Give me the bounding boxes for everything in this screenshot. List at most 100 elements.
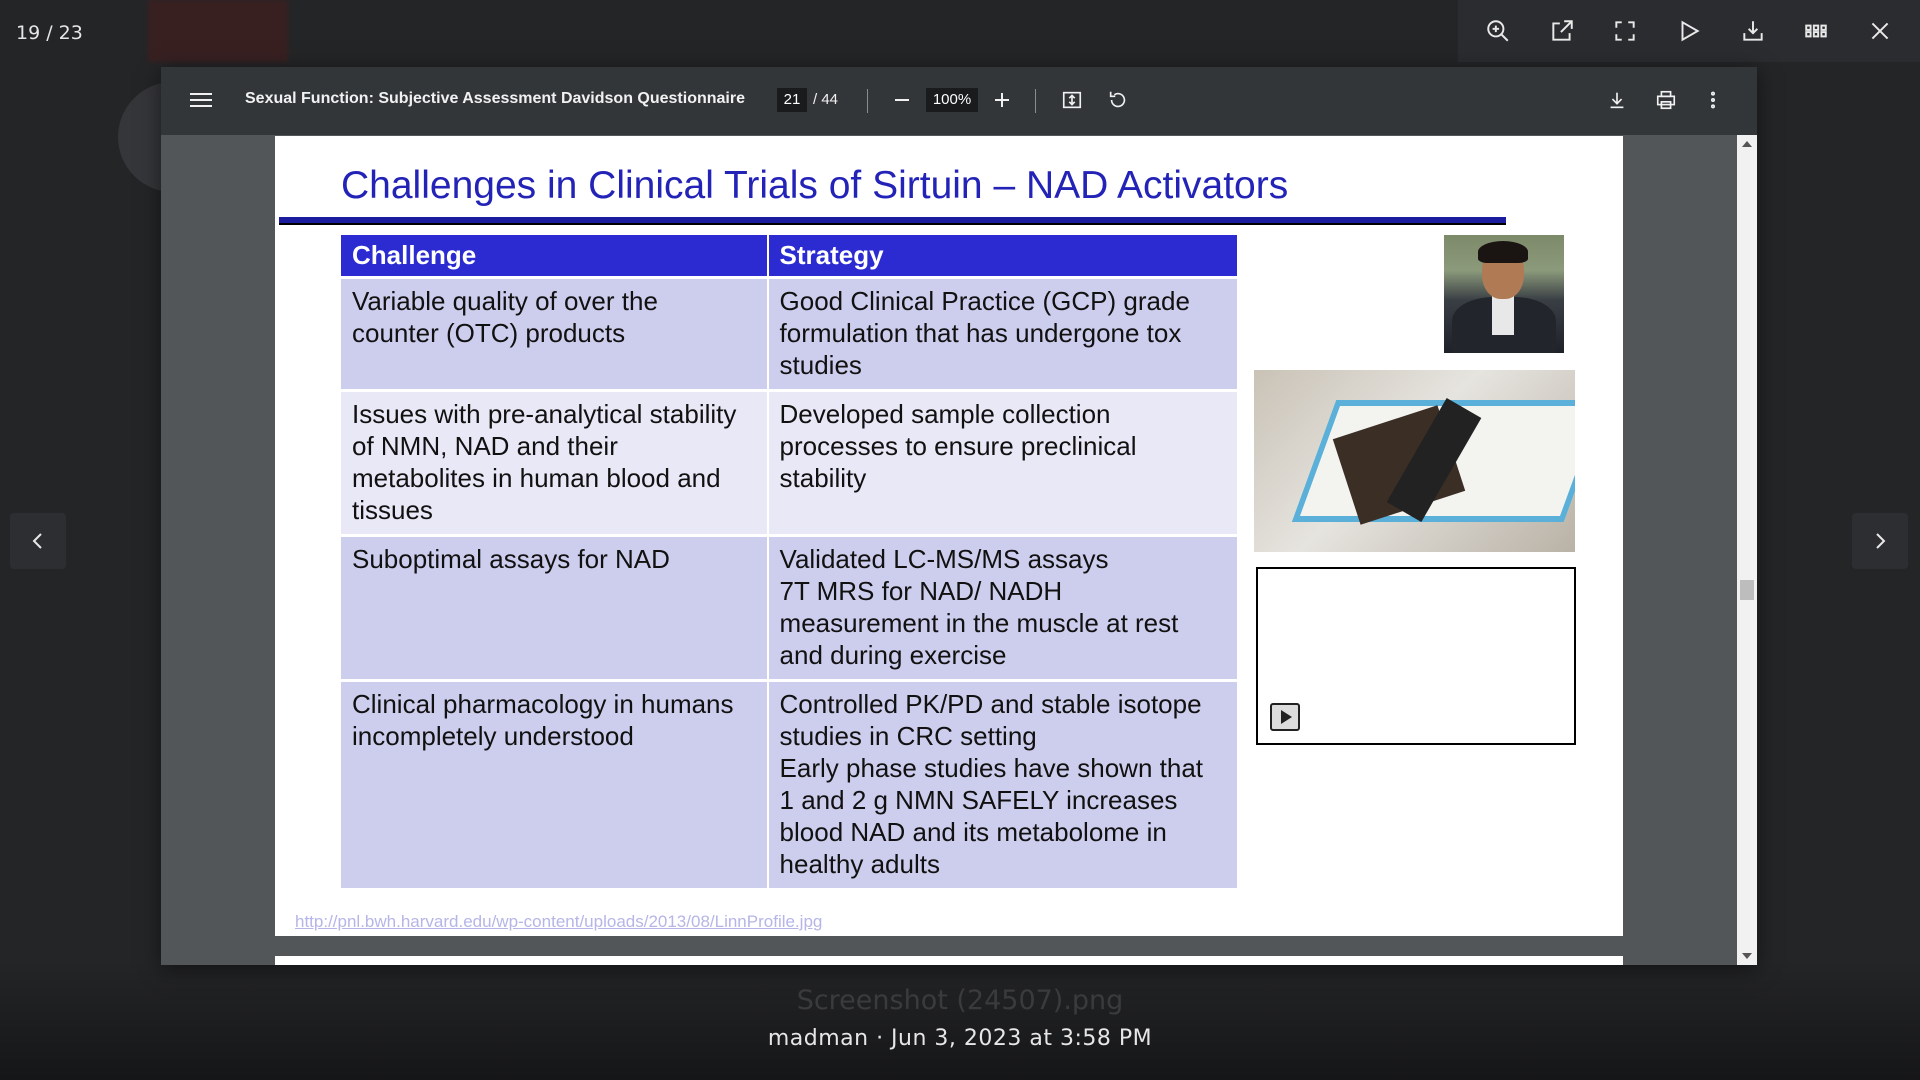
next-image-button[interactable] — [1852, 513, 1908, 569]
page-number-input[interactable]: 21 — [777, 88, 807, 112]
next-pdf-page — [275, 956, 1623, 965]
table-row: Variable quality of over the counter (OT… — [341, 276, 1240, 391]
pdf-scrollbar[interactable] — [1737, 135, 1757, 965]
slide-title: Challenges in Clinical Trials of Sirtuin… — [341, 164, 1289, 207]
table-row: Issues with pre-analytical stability of … — [341, 389, 1240, 536]
strategy-cell: Validated LC-MS/MS assays 7T MRS for NAD… — [767, 534, 1240, 681]
slideshow-button[interactable] — [1669, 11, 1709, 51]
toolbar-divider — [1035, 89, 1036, 113]
cell-text: Issues with pre-analytical stability — [352, 399, 737, 429]
zoom-in-icon — [1487, 20, 1509, 42]
grid-icon — [1805, 24, 1828, 38]
challenge-cell: Suboptimal assays for NAD — [341, 534, 769, 681]
cell-text: Suboptimal assays for NAD — [352, 544, 670, 574]
pdf-download-button[interactable] — [1602, 85, 1632, 115]
chevron-right-icon — [1876, 533, 1886, 549]
cell-text: studies in CRC setting — [779, 721, 1037, 751]
zoom-level-input[interactable]: 100% — [926, 88, 978, 112]
strategy-cell: Controlled PK/PD and stable isotope stud… — [767, 679, 1240, 888]
zoom-in-button[interactable] — [987, 85, 1017, 115]
fit-page-icon — [1062, 91, 1082, 109]
cell-text: Early phase studies have shown that — [779, 753, 1204, 783]
cell-text: studies — [779, 350, 862, 380]
portrait-photo — [1444, 235, 1564, 353]
chevron-left-icon — [32, 533, 42, 549]
embedded-video — [1256, 567, 1576, 745]
table-row: Clinical pharmacology in humans incomple… — [341, 679, 1240, 888]
more-options-button[interactable] — [1698, 85, 1728, 115]
column-header-challenge: Challenge — [341, 235, 769, 278]
cell-text: 7T MRS for NAD/ NADH — [779, 576, 1063, 606]
strategy-cell: Good Clinical Practice (GCP) grade formu… — [767, 276, 1240, 391]
rotate-button[interactable] — [1103, 85, 1133, 115]
background-blur-shape — [148, 0, 288, 62]
print-button[interactable] — [1651, 85, 1681, 115]
cell-text: Clinical pharmacology in humans — [352, 689, 734, 719]
pdf-toolbar: Sexual Function: Subjective Assessment D… — [161, 67, 1757, 135]
cell-text: tissues — [352, 495, 433, 525]
column-header-strategy: Strategy — [767, 235, 1240, 278]
zoom-out-button[interactable] — [887, 85, 917, 115]
table-header-row: Challenge Strategy — [341, 235, 1240, 278]
cell-text: incompletely understood — [352, 721, 634, 751]
background-gradient — [0, 960, 1920, 1080]
cell-text: counter (OTC) products — [352, 318, 626, 348]
cell-text: Good Clinical Practice (GCP) grade — [779, 286, 1190, 316]
scroll-up-arrow[interactable] — [1742, 141, 1752, 147]
more-vertical-icon — [1710, 91, 1716, 109]
page-total: / 44 — [813, 91, 839, 108]
portrait-hair — [1478, 241, 1528, 263]
cell-text: and during exercise — [779, 640, 1007, 670]
device-photo — [1254, 370, 1575, 552]
pdf-title: Sexual Function: Subjective Assessment D… — [245, 90, 745, 107]
scrollbar-thumb[interactable] — [1740, 580, 1754, 600]
download-icon — [1743, 21, 1763, 41]
caption-meta: madman · Jun 3, 2023 at 3:58 PM — [767, 1026, 1153, 1051]
cell-text: measurement in the muscle at rest — [779, 608, 1179, 638]
zoom-in-button[interactable] — [1478, 11, 1518, 51]
cell-text: processes to ensure preclinical — [779, 431, 1137, 461]
strategy-cell: Developed sample collection processes to… — [767, 389, 1240, 536]
cell-text: metabolites in human blood and — [352, 463, 721, 493]
close-button[interactable] — [1860, 11, 1900, 51]
caption-filename: Screenshot (24507).png — [796, 985, 1124, 1016]
video-play-icon[interactable] — [1270, 703, 1300, 731]
previous-image-button[interactable] — [10, 513, 66, 569]
play-icon — [1681, 20, 1700, 42]
menu-icon[interactable] — [189, 89, 213, 113]
printer-icon — [1656, 90, 1676, 110]
cell-text: of NMN, NAD and their — [352, 431, 618, 461]
cell-text: healthy adults — [779, 849, 940, 879]
fit-page-button[interactable] — [1057, 85, 1087, 115]
cell-text: formulation that has undergone tox — [779, 318, 1182, 348]
grid-view-button[interactable] — [1796, 11, 1836, 51]
cell-text: Validated LC-MS/MS assays — [779, 544, 1109, 574]
image-counter: 19 / 23 — [16, 22, 83, 44]
scroll-down-arrow[interactable] — [1742, 953, 1752, 959]
challenges-table: Challenge Strategy Variable quality of o… — [341, 235, 1240, 888]
close-icon — [1871, 22, 1889, 40]
cell-text: Developed sample collection — [779, 399, 1111, 429]
cell-text: Controlled PK/PD and stable isotope — [779, 689, 1202, 719]
challenge-cell: Clinical pharmacology in humans incomple… — [341, 679, 769, 888]
open-external-button[interactable] — [1542, 11, 1582, 51]
lightbox-toolbar — [1458, 0, 1920, 62]
open-external-icon — [1551, 20, 1573, 41]
pdf-page: Challenges in Clinical Trials of Sirtuin… — [275, 136, 1623, 936]
cell-text: 1 and 2 g NMN SAFELY increases — [779, 785, 1178, 815]
toolbar-divider — [867, 89, 868, 113]
cell-text: Variable quality of over the — [352, 286, 658, 316]
source-link[interactable]: http://pnl.bwh.harvard.edu/wp-content/up… — [295, 912, 822, 932]
fullscreen-icon — [1615, 21, 1635, 41]
table-row: Suboptimal assays for NAD Validated LC-M… — [341, 534, 1240, 681]
fullscreen-button[interactable] — [1605, 11, 1645, 51]
portrait-shirt — [1492, 295, 1514, 335]
cell-text: blood NAD and its metabolome in — [779, 817, 1167, 847]
rotate-icon — [1109, 91, 1126, 108]
challenge-cell: Issues with pre-analytical stability of … — [341, 389, 769, 536]
download-icon — [1610, 92, 1624, 109]
cell-text: stability — [779, 463, 867, 493]
title-underline — [279, 217, 1506, 225]
download-button[interactable] — [1733, 11, 1773, 51]
pdf-viewer: Sexual Function: Subjective Assessment D… — [161, 67, 1757, 965]
